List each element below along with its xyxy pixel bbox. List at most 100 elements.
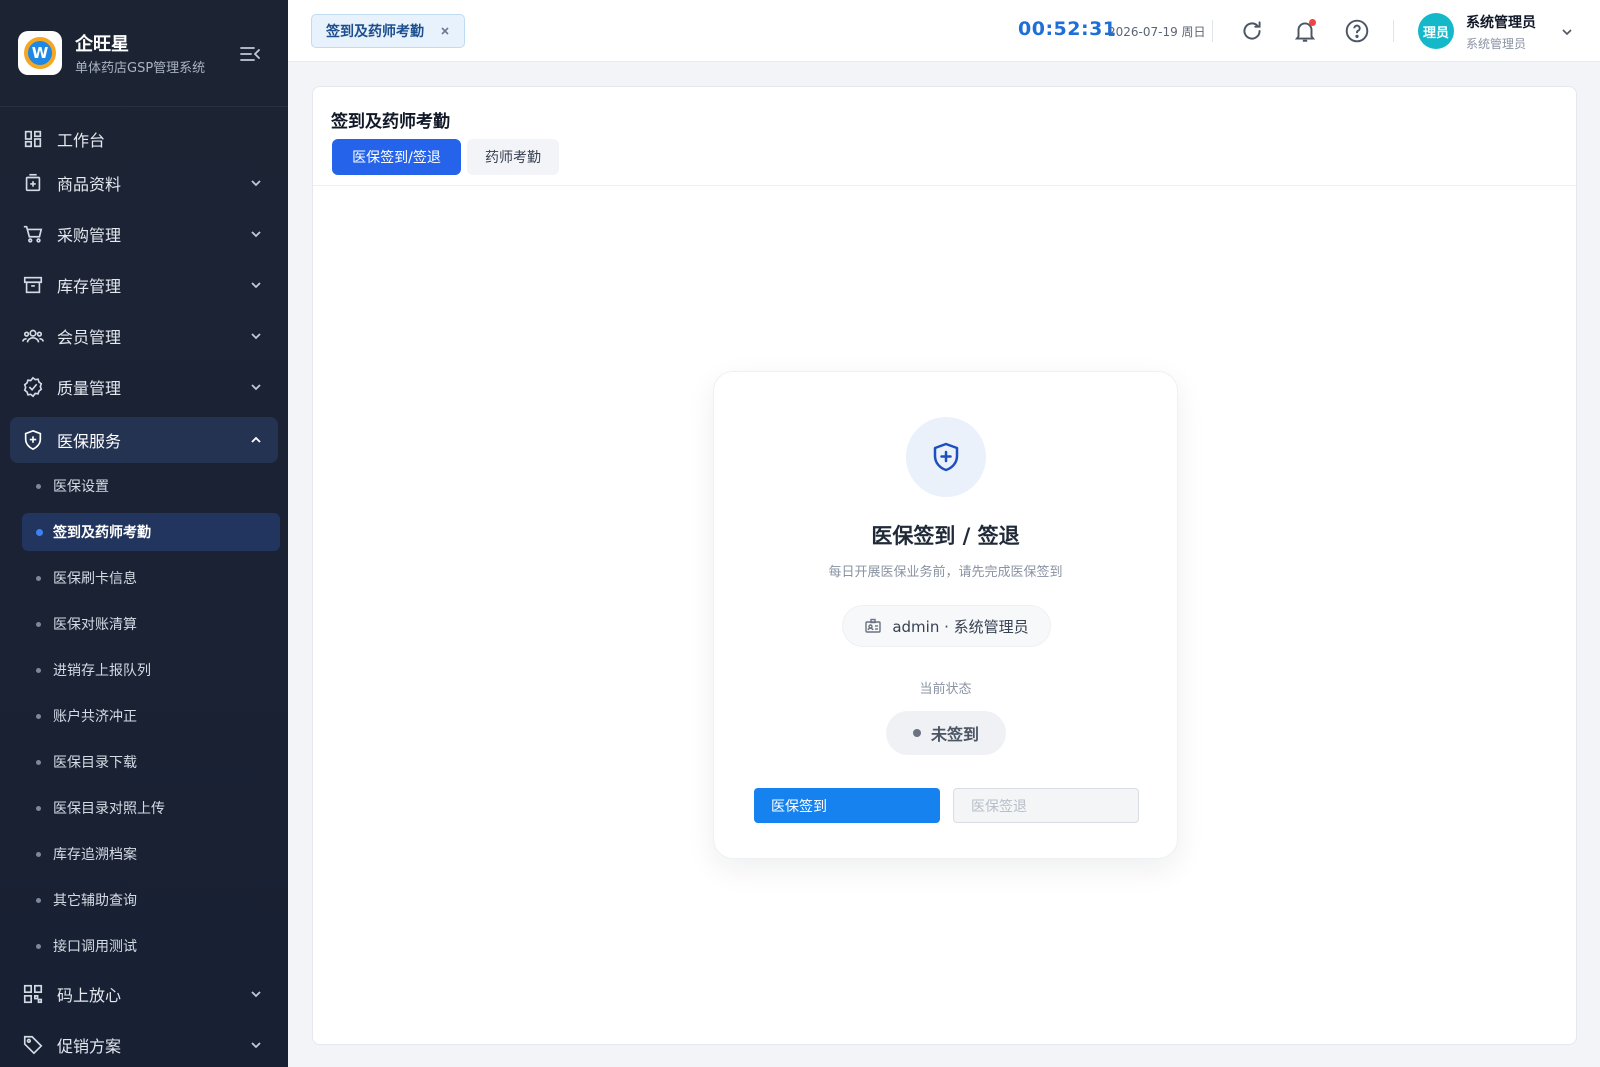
tag-icon	[22, 1034, 44, 1056]
checkin-button[interactable]: 医保签到	[754, 788, 940, 823]
sidebar-subitem-label: 医保目录下载	[53, 755, 137, 771]
sidebar-item-inventory[interactable]: 库存管理	[10, 262, 278, 308]
chevron-down-icon	[248, 1037, 264, 1053]
sidebar-subitem-stock-traceability[interactable]: 库存追溯档案	[22, 835, 280, 873]
sidebar-subitem-account-reversal[interactable]: 账户共济冲正	[22, 697, 280, 735]
chevron-down-icon	[248, 175, 264, 191]
logo-mark: W	[24, 37, 56, 69]
user-name[interactable]: 系统管理员	[1466, 12, 1536, 32]
bullet-dot-icon	[36, 529, 43, 536]
sidebar-subitem-label: 库存追溯档案	[53, 847, 137, 863]
checkout-button[interactable]: 医保签退	[953, 788, 1139, 823]
sidebar-subitem-label: 医保设置	[53, 479, 109, 495]
state-label: 当前状态	[919, 682, 972, 697]
cart-icon	[22, 223, 44, 245]
sidebar-item-label: 采购管理	[57, 226, 122, 245]
sidebar-subitem-label: 签到及药师考勤	[53, 525, 151, 541]
chevron-down-icon	[248, 986, 264, 1002]
help-icon[interactable]	[1344, 18, 1370, 44]
tab-pharmacist-attendance[interactable]: 药师考勤	[467, 139, 559, 175]
shield-plus-icon	[933, 442, 959, 472]
bullet-dot-icon	[36, 898, 41, 903]
sidebar-item-traceability-code[interactable]: 码上放心	[10, 971, 278, 1017]
page-title: 签到及药师考勤	[331, 112, 450, 132]
clock-time: 00:52:31	[1018, 18, 1117, 40]
sidebar-item-label: 医保服务	[57, 432, 122, 451]
status-text: 未签到	[930, 725, 979, 744]
sidebar-subitem-checkin-attendance[interactable]: 签到及药师考勤	[22, 513, 280, 551]
user-role: 系统管理员	[1466, 37, 1527, 51]
chevron-up-icon	[248, 432, 264, 448]
collapse-sidebar-icon[interactable]	[238, 42, 262, 66]
bullet-dot-icon	[36, 944, 41, 949]
operator-text: admin · 系统管理员	[892, 617, 1029, 636]
sidebar-subitem-api-test[interactable]: 接口调用测试	[22, 927, 280, 965]
shield-plus-icon	[22, 429, 44, 451]
brand-header: W 企旺星 单体药店GSP管理系统	[0, 0, 288, 107]
close-icon[interactable]	[438, 24, 452, 38]
bullet-dot-icon	[36, 622, 41, 627]
header-divider	[1212, 20, 1213, 42]
sidebar-subitem-label: 医保对账清算	[53, 617, 137, 633]
sidebar-item-label: 商品资料	[57, 175, 122, 194]
notification-dot	[1309, 19, 1316, 26]
sidebar-subitem-other-queries[interactable]: 其它辅助查询	[22, 881, 280, 919]
sidebar-item-products[interactable]: 商品资料	[10, 160, 278, 206]
card-subtitle: 每日开展医保业务前，请先完成医保签到	[828, 565, 1063, 580]
sidebar-subitem-label: 进销存上报队列	[53, 663, 151, 679]
sidebar-item-purchasing[interactable]: 采购管理	[10, 211, 278, 257]
id-card-icon	[864, 617, 882, 635]
bullet-dot-icon	[36, 760, 41, 765]
sidebar-item-dashboard[interactable]: 工作台	[10, 116, 278, 162]
card-title: 医保签到 / 签退	[871, 524, 1020, 548]
checkin-card: 医保签到 / 签退 每日开展医保业务前，请先完成医保签到 admin · 系统管…	[713, 371, 1178, 859]
sidebar-item-label: 促销方案	[57, 1037, 122, 1056]
sidebar: W 企旺星 单体药店GSP管理系统 工作台 商品资料 采购管理 库存管理 会员管…	[0, 0, 288, 1067]
chevron-down-icon	[248, 379, 264, 395]
sidebar-item-label: 库存管理	[57, 277, 122, 296]
sidebar-subitem-report-queue[interactable]: 进销存上报队列	[22, 651, 280, 689]
bullet-dot-icon	[36, 484, 41, 489]
header-divider	[1393, 20, 1394, 42]
qr-code-icon	[22, 983, 44, 1005]
bullet-dot-icon	[36, 714, 41, 719]
sidebar-item-quality[interactable]: 质量管理	[10, 364, 278, 410]
sidebar-subitem-catalog-mapping-upload[interactable]: 医保目录对照上传	[22, 789, 280, 827]
open-tab-label: 签到及药师考勤	[326, 24, 424, 40]
brand-subtitle: 单体药店GSP管理系统	[75, 61, 206, 76]
brand-title: 企旺星	[75, 34, 129, 55]
chevron-down-icon	[248, 226, 264, 242]
open-tab-checkin-attendance[interactable]: 签到及药师考勤	[311, 14, 465, 48]
sidebar-subitem-insurance-settings[interactable]: 医保设置	[22, 467, 280, 505]
operator-pill: admin · 系统管理员	[842, 605, 1051, 647]
chevron-down-icon[interactable]	[1560, 24, 1574, 38]
sidebar-item-label: 码上放心	[57, 986, 122, 1005]
tab-insurance-checkin[interactable]: 医保签到/签退	[332, 139, 461, 175]
dashboard-icon	[22, 128, 44, 150]
app-logo: W	[18, 31, 62, 75]
bullet-dot-icon	[36, 576, 41, 581]
sidebar-subitem-label: 账户共济冲正	[53, 709, 137, 725]
bullet-dot-icon	[36, 668, 41, 673]
sidebar-item-label: 会员管理	[57, 328, 122, 347]
status-badge: 未签到	[886, 711, 1006, 755]
top-header: 签到及药师考勤 00:52:31 2026-07-19 周日 理员 系统管理员 …	[288, 0, 1600, 62]
sidebar-subitem-catalog-download[interactable]: 医保目录下载	[22, 743, 280, 781]
sidebar-item-medical-insurance[interactable]: 医保服务	[10, 417, 278, 463]
sidebar-subitem-reconciliation[interactable]: 医保对账清算	[22, 605, 280, 643]
avatar[interactable]: 理员	[1418, 13, 1454, 49]
clock-date: 2026-07-19 周日	[1108, 25, 1206, 39]
chevron-down-icon	[248, 328, 264, 344]
sidebar-subitem-label: 医保刷卡信息	[53, 571, 137, 587]
sidebar-subitem-label: 医保目录对照上传	[53, 801, 165, 817]
chevron-down-icon	[248, 277, 264, 293]
sidebar-item-members[interactable]: 会员管理	[10, 313, 278, 359]
panel-divider	[313, 185, 1576, 186]
sidebar-item-promotions[interactable]: 促销方案	[10, 1022, 278, 1067]
sidebar-subitem-card-swipe-info[interactable]: 医保刷卡信息	[22, 559, 280, 597]
archive-icon	[22, 274, 44, 296]
refresh-icon[interactable]	[1239, 18, 1265, 44]
main-panel: 签到及药师考勤 医保签到/签退 药师考勤 医保签到 / 签退 每日开展医保业务前…	[312, 86, 1577, 1045]
status-dot	[912, 729, 921, 737]
sidebar-subitem-label: 接口调用测试	[53, 939, 137, 955]
